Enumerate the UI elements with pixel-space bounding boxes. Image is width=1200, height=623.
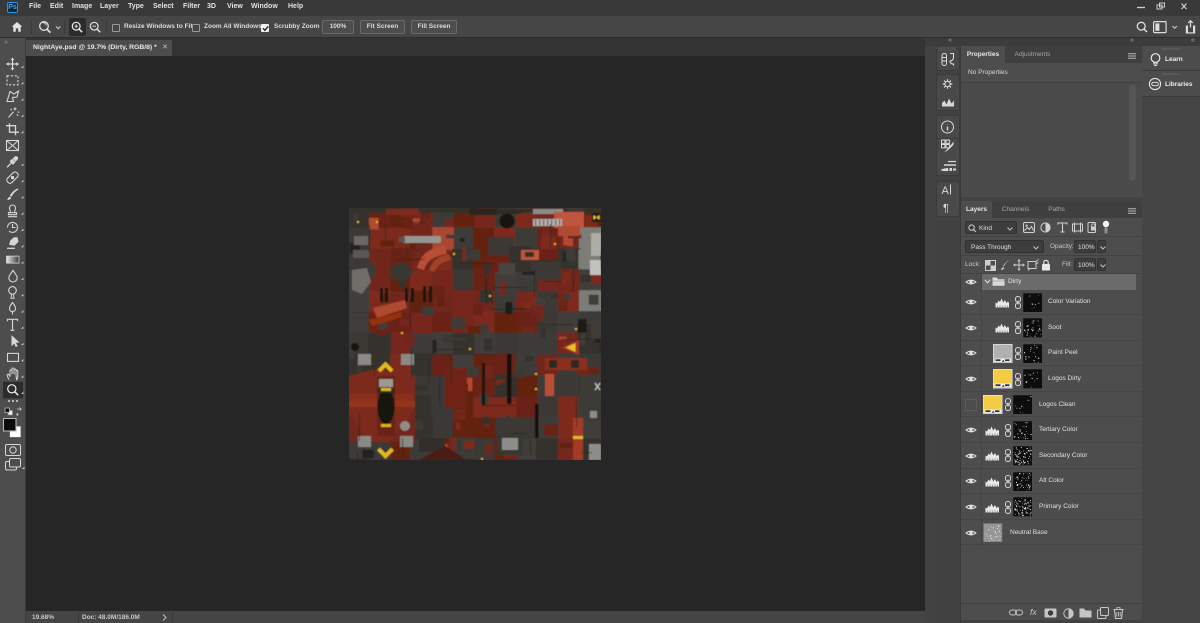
svg-text:¶: ¶ <box>943 203 949 215</box>
svg-text:A: A <box>942 185 950 197</box>
